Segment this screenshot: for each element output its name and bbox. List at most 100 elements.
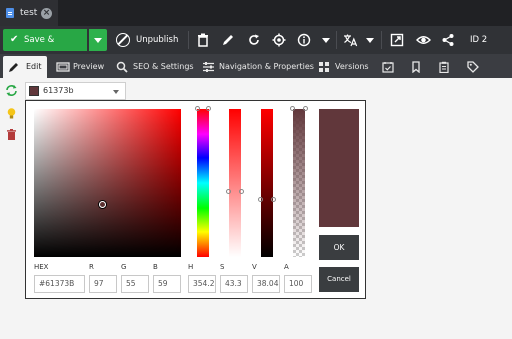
toolbar-divider (188, 31, 189, 49)
sv-handle[interactable] (99, 201, 106, 208)
close-tab-icon[interactable]: × (41, 8, 52, 19)
tab-versions[interactable]: Versions (313, 56, 372, 78)
green-label: G (121, 263, 127, 271)
delete-button[interactable] (192, 29, 214, 51)
hex-input[interactable]: #61373B (34, 275, 85, 293)
blue-input[interactable]: 59 (153, 275, 181, 293)
saturation-input[interactable]: 43.3 (220, 275, 248, 293)
tab-navigation-properties[interactable]: Navigation & Properties (197, 56, 314, 78)
chevron-down-icon (94, 38, 102, 43)
target-icon (272, 33, 286, 47)
info-button[interactable] (293, 29, 315, 51)
red-input[interactable]: 97 (89, 275, 117, 293)
browser-tabstrip: test × (0, 0, 512, 26)
saturation-handle-left[interactable] (226, 189, 231, 194)
save-publish-button[interactable]: ✔ Save & Publish (3, 29, 87, 67)
info-icon (297, 33, 311, 47)
grid-icon (319, 62, 329, 72)
tab-seo-settings-label: SEO & Settings (133, 62, 194, 71)
color-picker-panel: OK Cancel HEX R G B H S V A #61373B 97 5… (25, 100, 366, 299)
document-tab-title: test (20, 8, 38, 18)
external-link-icon (390, 33, 404, 47)
save-options-dropdown-button[interactable] (89, 29, 107, 51)
page-toolbar: ✔ Save & Publish Unpublish ID 2 (0, 26, 512, 67)
saturation-label: S (220, 263, 225, 271)
clipboard-button[interactable] (433, 56, 455, 78)
document-tab[interactable]: test × (0, 0, 58, 26)
color-select[interactable]: 61373b (25, 82, 126, 100)
lightbulb-icon (7, 108, 16, 119)
alpha-handle-left[interactable] (290, 106, 295, 111)
alpha-handle-right[interactable] (303, 106, 308, 111)
saturation-value-area[interactable] (34, 109, 181, 257)
eye-icon (416, 36, 431, 44)
share-icon (442, 34, 454, 46)
hue-slider[interactable] (195, 106, 211, 257)
color-swatch (29, 86, 39, 96)
hex-label: HEX (34, 263, 49, 271)
chevron-down-icon (113, 90, 119, 94)
red-label: R (89, 263, 94, 271)
trash-icon (198, 33, 208, 47)
value-handle-right[interactable] (271, 197, 276, 202)
clipboard-icon (439, 61, 449, 73)
preview-icon (56, 62, 70, 72)
value-handle-left[interactable] (258, 197, 263, 202)
tab-edit[interactable]: Edit (3, 56, 47, 78)
green-input[interactable]: 55 (121, 275, 149, 293)
ok-button[interactable]: OK (319, 235, 359, 260)
sync-icon (6, 85, 17, 96)
refresh-icon (249, 34, 259, 45)
hue-handle-right[interactable] (206, 106, 211, 111)
search-icon (116, 61, 128, 73)
value-label: V (252, 263, 257, 271)
schedule-button[interactable] (377, 56, 399, 78)
bookmark-icon (412, 61, 420, 73)
document-icon (6, 8, 14, 18)
alpha-input[interactable]: 100 (284, 275, 312, 293)
alpha-label: A (284, 263, 289, 271)
info-dropdown-chevron-icon[interactable] (322, 38, 330, 43)
tab-preview-label: Preview (73, 62, 105, 71)
alpha-slider[interactable] (290, 106, 308, 257)
bookmark-button[interactable] (405, 56, 427, 78)
translate-dropdown-chevron-icon[interactable] (366, 38, 374, 43)
color-preview (319, 109, 359, 227)
open-external-button[interactable] (386, 29, 408, 51)
saturation-handle-right[interactable] (239, 189, 244, 194)
hue-handle-left[interactable] (195, 106, 200, 111)
ban-icon (116, 33, 130, 47)
trash-icon (7, 129, 16, 140)
edit-button[interactable] (217, 29, 239, 51)
color-select-value: 61373b (43, 86, 74, 95)
tags-button[interactable] (462, 56, 484, 78)
remove-block-button[interactable] (3, 126, 20, 143)
tab-versions-label: Versions (335, 62, 369, 71)
tab-seo-settings[interactable]: SEO & Settings (111, 56, 194, 78)
translate-button[interactable] (339, 29, 361, 51)
share-button[interactable] (437, 29, 459, 51)
sliders-icon (203, 62, 214, 72)
unpublish-label: Unpublish (136, 35, 179, 45)
unpublish-button[interactable]: Unpublish (111, 29, 184, 51)
tag-icon (467, 61, 479, 73)
pencil-icon (223, 35, 233, 45)
hint-button[interactable] (3, 105, 20, 122)
tab-edit-label: Edit (26, 62, 42, 71)
reload-button[interactable] (243, 29, 265, 51)
tab-navigation-properties-label: Navigation & Properties (219, 62, 314, 71)
tab-preview[interactable]: Preview (51, 56, 107, 78)
sync-button[interactable] (3, 82, 20, 99)
value-input[interactable]: 38.04 (252, 275, 280, 293)
toolbar-divider (381, 31, 382, 49)
saturation-slider[interactable] (226, 109, 244, 257)
toolbar-divider (336, 31, 337, 49)
hue-label: H (188, 263, 194, 271)
editor-tab-bar: Edit Preview SEO & Settings Navigation &… (0, 54, 512, 78)
value-slider[interactable] (258, 109, 276, 257)
hue-input[interactable]: 354.2 (188, 275, 216, 293)
target-button[interactable] (268, 29, 290, 51)
cancel-button[interactable]: Cancel (319, 267, 359, 292)
calendar-check-icon (382, 62, 394, 73)
view-button[interactable] (412, 29, 434, 51)
